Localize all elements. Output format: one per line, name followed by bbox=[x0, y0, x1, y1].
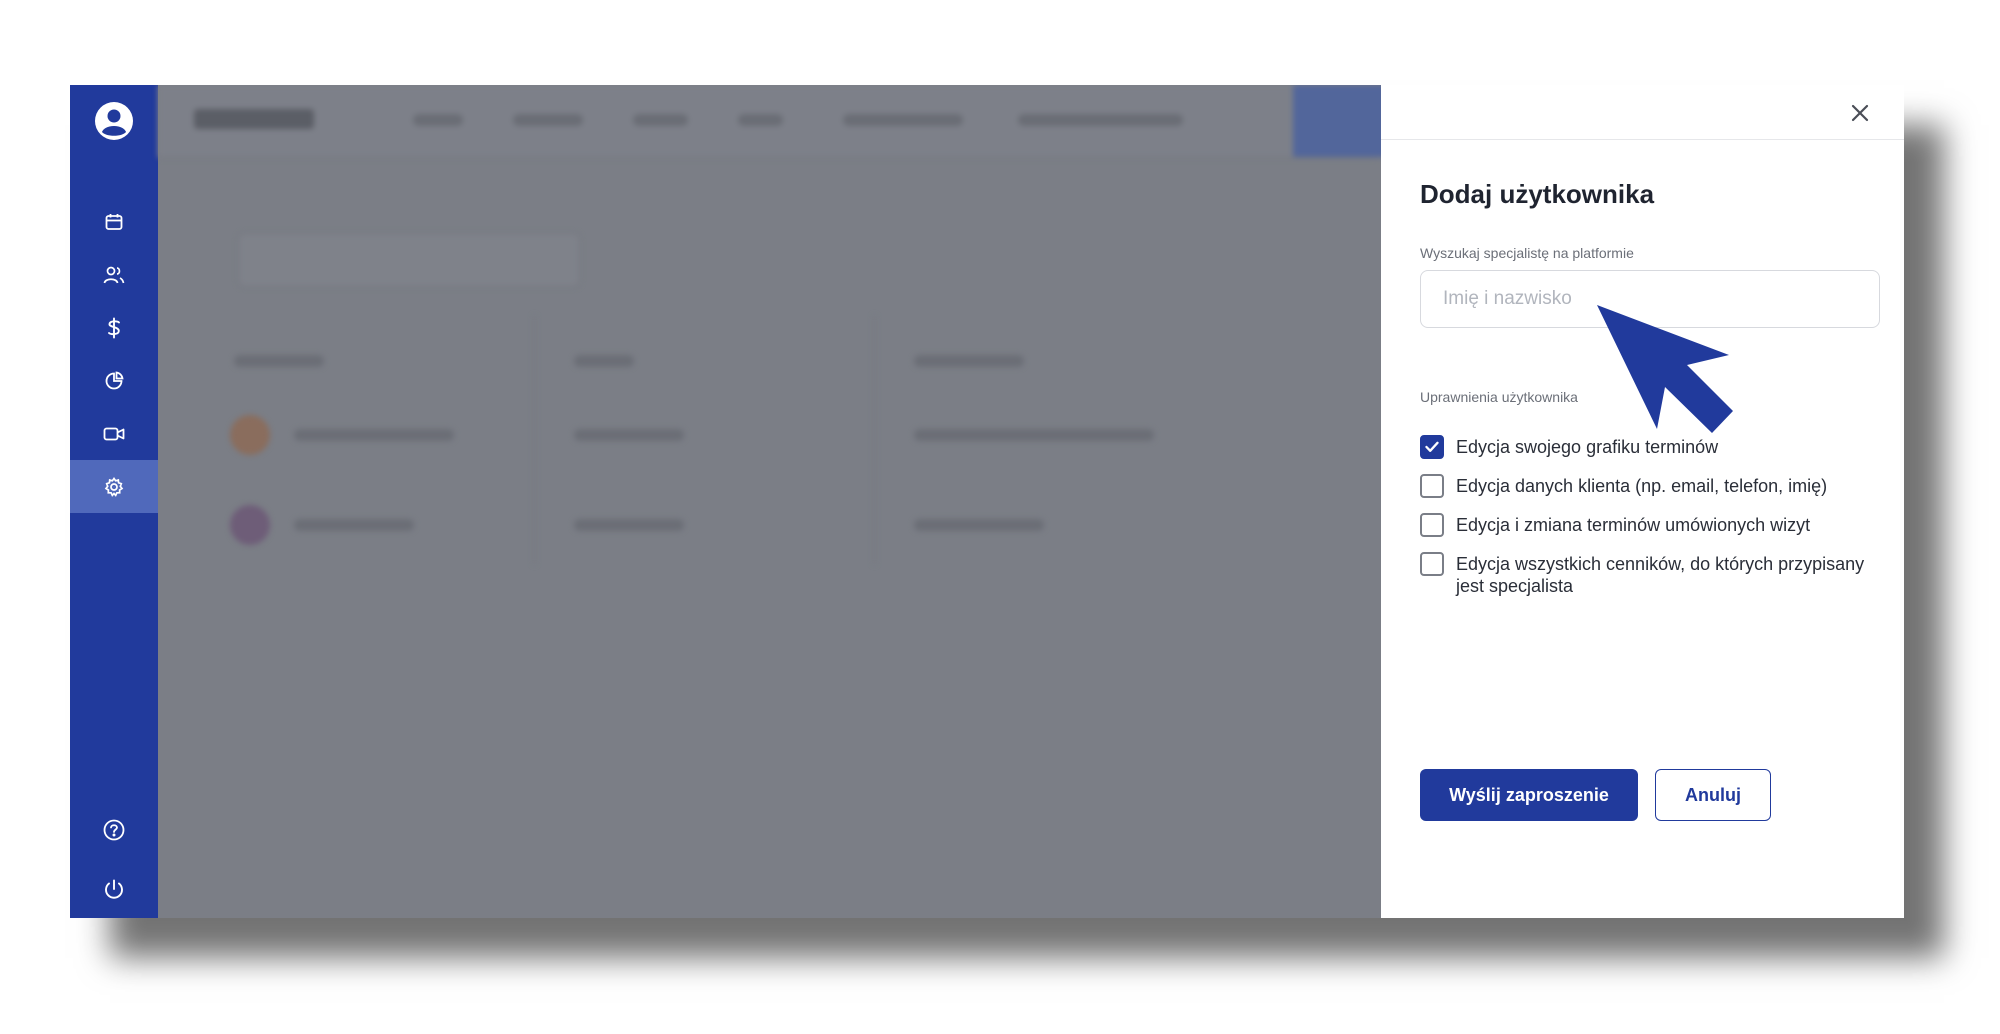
background-cell bbox=[294, 519, 414, 531]
permission-label: Edycja danych klienta (np. email, telefo… bbox=[1456, 476, 1828, 496]
send-invitation-button[interactable]: Wyślij zaproszenie bbox=[1420, 769, 1638, 821]
close-icon[interactable] bbox=[1842, 95, 1878, 131]
checkbox-checked[interactable] bbox=[1420, 435, 1444, 459]
checkbox[interactable] bbox=[1420, 474, 1444, 498]
dialog-header bbox=[1381, 85, 1904, 140]
search-label: Wyszukaj specjalistę na platformie bbox=[1420, 245, 1634, 261]
permission-label: Edycja wszystkich cenników, do których p… bbox=[1456, 554, 1865, 596]
dollar-icon[interactable] bbox=[70, 301, 158, 354]
permissions-label: Uprawnienia użytkownika bbox=[1420, 389, 1578, 405]
settings-icon[interactable] bbox=[70, 460, 158, 513]
dialog-title: Dodaj użytkownika bbox=[1420, 179, 1655, 209]
sidebar bbox=[70, 85, 158, 918]
background-cell bbox=[574, 519, 684, 531]
background-nav-active bbox=[1293, 85, 1393, 157]
background-header bbox=[914, 355, 1024, 367]
background-cell bbox=[914, 519, 1044, 531]
checkbox[interactable] bbox=[1420, 552, 1444, 576]
background-nav-item bbox=[1018, 114, 1183, 126]
video-icon[interactable] bbox=[70, 407, 158, 460]
background-separator bbox=[534, 315, 535, 565]
permission-item[interactable]: Edycja i zmiana terminów umówionych wizy… bbox=[1420, 513, 1890, 537]
checkbox[interactable] bbox=[1420, 513, 1444, 537]
background-header bbox=[234, 355, 324, 367]
background-app-blurred bbox=[158, 85, 1393, 918]
users-icon[interactable] bbox=[70, 248, 158, 301]
background-separator bbox=[874, 315, 875, 565]
power-icon[interactable] bbox=[70, 863, 158, 916]
calendar-icon[interactable] bbox=[70, 195, 158, 248]
permission-item[interactable]: Edycja wszystkich cenników, do których p… bbox=[1420, 552, 1890, 597]
background-nav-item bbox=[633, 114, 688, 126]
help-icon[interactable] bbox=[70, 803, 158, 856]
pie-chart-icon[interactable] bbox=[70, 354, 158, 407]
cancel-button[interactable]: Anuluj bbox=[1655, 769, 1771, 821]
background-header bbox=[574, 355, 634, 367]
background-cell bbox=[574, 429, 684, 441]
permission-label: Edycja i zmiana terminów umówionych wizy… bbox=[1456, 515, 1811, 535]
user-avatar-icon[interactable] bbox=[70, 90, 158, 152]
app-window: Dodaj użytkownika Wyszukaj specjalistę n… bbox=[70, 85, 1904, 918]
background-nav-item bbox=[513, 114, 583, 126]
background-avatar bbox=[230, 505, 270, 545]
pointer-arrow-icon bbox=[1597, 305, 1737, 440]
permissions-list: Edycja swojego grafiku terminów Edycja d… bbox=[1420, 435, 1890, 612]
background-topbar bbox=[158, 85, 1393, 158]
permission-item[interactable]: Edycja danych klienta (np. email, telefo… bbox=[1420, 474, 1890, 498]
background-logo bbox=[194, 109, 314, 129]
background-nav-item bbox=[413, 114, 463, 126]
background-cell bbox=[294, 429, 454, 441]
background-avatar bbox=[230, 415, 270, 455]
background-table bbox=[194, 315, 1314, 565]
add-user-dialog: Dodaj użytkownika Wyszukaj specjalistę n… bbox=[1381, 85, 1904, 918]
background-cell bbox=[914, 429, 1154, 441]
background-nav-item bbox=[843, 114, 963, 126]
background-nav-item bbox=[738, 114, 783, 126]
background-search bbox=[238, 233, 580, 287]
